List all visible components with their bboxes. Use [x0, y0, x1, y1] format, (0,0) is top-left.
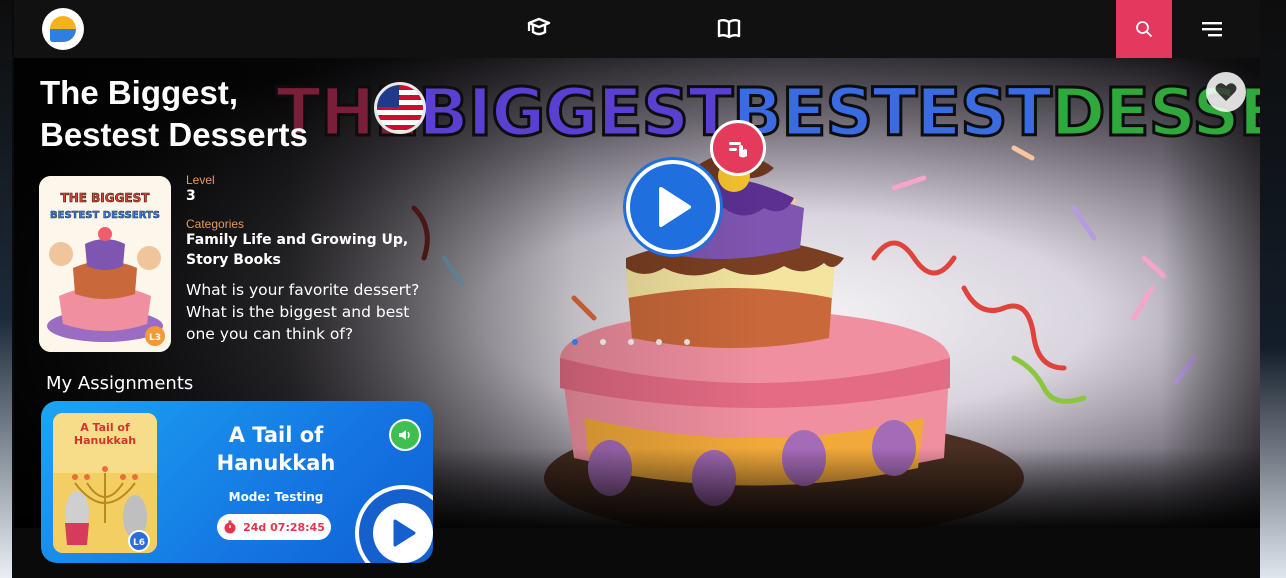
search-icon	[1136, 21, 1152, 37]
carousel-dot[interactable]	[572, 339, 578, 345]
search-button[interactable]	[1116, 0, 1172, 58]
carousel-dot[interactable]	[656, 339, 662, 345]
categories-label: Categories	[186, 217, 245, 231]
cover-title-line2: BESTEST DESSERTS	[50, 210, 160, 221]
play-icon	[659, 187, 691, 227]
assignment-title: A Tail of Hanukkah	[201, 421, 351, 477]
book-title: The Biggest, Bestest Desserts	[40, 72, 308, 156]
assignment-title-line2: Hanukkah	[216, 451, 336, 475]
book-cover[interactable]: THE BIGGEST BESTEST DESSERTS L3	[39, 176, 171, 352]
assignment-cover[interactable]: A Tail of Hanukkah L6	[53, 413, 157, 553]
level-label: Level	[186, 173, 215, 187]
assignment-cover-title-line1: A Tail of	[80, 421, 130, 434]
play-icon	[393, 519, 416, 547]
banner-title-part3: BESTEST	[731, 72, 1054, 152]
assignments-heading: My Assignments	[46, 373, 194, 394]
us-flag-icon[interactable]	[374, 82, 426, 134]
assignment-play-button[interactable]	[355, 485, 433, 563]
tap-hand-icon[interactable]	[710, 120, 766, 176]
carousel-dot[interactable]	[628, 339, 634, 345]
assignment-cover-badge: L6	[133, 538, 145, 548]
play-button[interactable]	[626, 160, 720, 254]
categories-line2: Story Books	[186, 252, 281, 268]
audio-icon[interactable]	[389, 419, 421, 451]
assignment-card[interactable]: A Tail of Hanukkah L6 A Tail of Hanukkah…	[41, 401, 433, 563]
book-title-line2: Bestest Desserts	[40, 116, 308, 153]
categories-value: Family Life and Growing Up, Story Books	[186, 230, 408, 270]
cover-level-badge: L3	[149, 333, 161, 343]
banner-title-part2: BIGGEST	[417, 72, 735, 152]
description-line1: What is your favorite dessert?	[186, 281, 420, 299]
book-description: What is your favorite dessert? What is t…	[186, 279, 436, 345]
top-bar	[14, 0, 1260, 58]
carousel-dots	[572, 339, 690, 345]
level-value: 3	[186, 188, 196, 204]
assignment-mode: Mode: Testing	[228, 490, 324, 504]
assignment-timer: 24d 07:28:45	[217, 514, 331, 540]
carousel-dot[interactable]	[684, 339, 690, 345]
description-line2: What is the biggest and best	[186, 303, 410, 321]
categories-line1: Family Life and Growing Up,	[186, 232, 409, 248]
stopwatch-icon	[224, 520, 236, 534]
frame-right	[1260, 0, 1286, 578]
book-title-line1: The Biggest,	[40, 74, 239, 111]
bird-logo-icon[interactable]	[42, 8, 84, 50]
cover-title-line1: THE BIGGEST	[61, 191, 151, 205]
assignment-timer-text: 24d 07:28:45	[243, 520, 325, 534]
assignment-cover-title-line2: Hanukkah	[74, 434, 136, 447]
assignment-play-inner	[373, 503, 433, 563]
open-book-icon[interactable]	[712, 12, 746, 46]
graduation-cap-icon[interactable]	[522, 12, 556, 46]
carousel-dot[interactable]	[600, 339, 606, 345]
assignment-title-line1: A Tail of	[228, 423, 324, 447]
heart-icon[interactable]	[1206, 72, 1246, 112]
frame-left	[0, 0, 12, 578]
hamburger-menu-icon[interactable]	[1194, 12, 1230, 46]
description-line3: one you can think of?	[186, 325, 354, 343]
